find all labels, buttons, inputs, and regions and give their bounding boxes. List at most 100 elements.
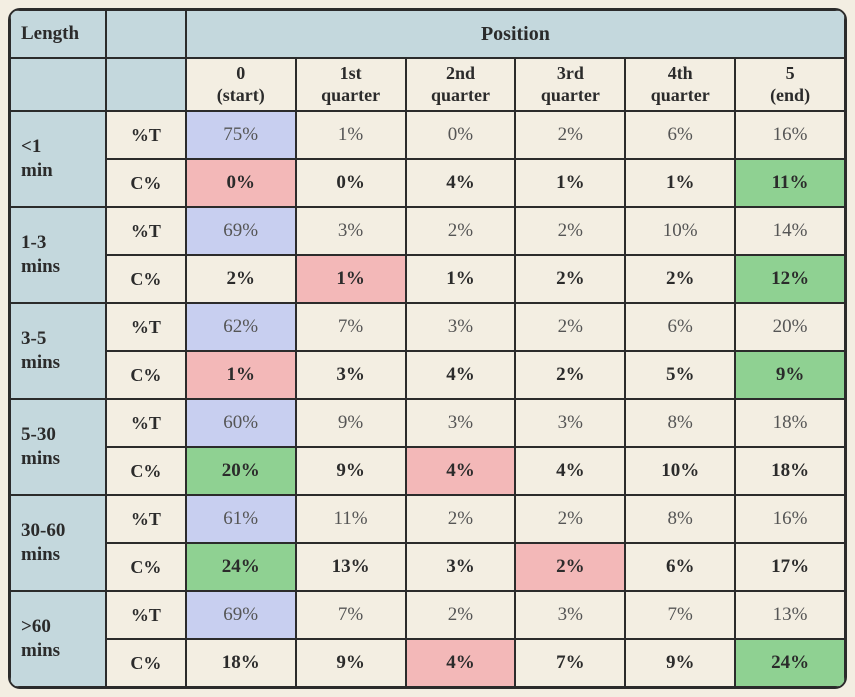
value-cell: 2%: [515, 543, 625, 591]
value-cell: 62%: [186, 303, 296, 351]
value-cell: 9%: [296, 639, 406, 687]
value-cell: 1%: [515, 159, 625, 207]
metric-cell: %T: [106, 303, 186, 351]
value-cell: 16%: [735, 495, 845, 543]
column-header: 3rdquarter: [515, 58, 625, 111]
value-cell: 2%: [406, 207, 516, 255]
value-cell: 2%: [515, 495, 625, 543]
value-cell: 13%: [735, 591, 845, 639]
value-cell: 3%: [515, 399, 625, 447]
value-cell: 0%: [186, 159, 296, 207]
value-cell: 2%: [186, 255, 296, 303]
header-blank: [106, 10, 186, 58]
value-cell: 11%: [735, 159, 845, 207]
value-cell: 2%: [406, 495, 516, 543]
value-cell: 14%: [735, 207, 845, 255]
value-cell: 18%: [735, 399, 845, 447]
column-header: 2ndquarter: [406, 58, 516, 111]
value-cell: 20%: [186, 447, 296, 495]
metric-cell: C%: [106, 639, 186, 687]
column-header: 1stquarter: [296, 58, 406, 111]
length-cell: 1-3mins: [10, 207, 106, 303]
length-cell: 30-60mins: [10, 495, 106, 591]
table-row: 5-30mins%T60%9%3%3%8%18%: [10, 399, 845, 447]
value-cell: 20%: [735, 303, 845, 351]
value-cell: 2%: [515, 207, 625, 255]
value-cell: 7%: [296, 591, 406, 639]
value-cell: 17%: [735, 543, 845, 591]
table-row: C%1%3%4%2%5%9%: [10, 351, 845, 399]
value-cell: 10%: [625, 447, 735, 495]
table-row: 3-5mins%T62%7%3%2%6%20%: [10, 303, 845, 351]
column-header: 0(start): [186, 58, 296, 111]
metric-cell: C%: [106, 543, 186, 591]
header-length: Length: [10, 10, 106, 58]
table-row: C%2%1%1%2%2%12%: [10, 255, 845, 303]
table-row: 30-60mins%T61%11%2%2%8%16%: [10, 495, 845, 543]
metric-cell: C%: [106, 447, 186, 495]
value-cell: 0%: [296, 159, 406, 207]
value-cell: 2%: [515, 351, 625, 399]
value-cell: 9%: [296, 447, 406, 495]
metric-cell: C%: [106, 159, 186, 207]
value-cell: 18%: [186, 639, 296, 687]
metric-cell: %T: [106, 399, 186, 447]
value-cell: 1%: [296, 111, 406, 159]
value-cell: 69%: [186, 207, 296, 255]
metric-cell: %T: [106, 111, 186, 159]
length-cell: <1min: [10, 111, 106, 207]
value-cell: 7%: [515, 639, 625, 687]
subheader-blank-2: [106, 58, 186, 111]
value-cell: 1%: [186, 351, 296, 399]
value-cell: 4%: [406, 447, 516, 495]
value-cell: 3%: [515, 591, 625, 639]
value-cell: 3%: [406, 303, 516, 351]
header-position: Position: [186, 10, 845, 58]
value-cell: 2%: [406, 591, 516, 639]
value-cell: 6%: [625, 303, 735, 351]
value-cell: 7%: [625, 591, 735, 639]
subheader-blank-1: [10, 58, 106, 111]
table-row: C%18%9%4%7%9%24%: [10, 639, 845, 687]
value-cell: 7%: [296, 303, 406, 351]
value-cell: 1%: [406, 255, 516, 303]
value-cell: 16%: [735, 111, 845, 159]
table-header: Length Position 0(start)1stquarter2ndqua…: [10, 10, 845, 111]
value-cell: 10%: [625, 207, 735, 255]
value-cell: 61%: [186, 495, 296, 543]
value-cell: 24%: [186, 543, 296, 591]
table-row: C%0%0%4%1%1%11%: [10, 159, 845, 207]
value-cell: 8%: [625, 495, 735, 543]
table-row: C%24%13%3%2%6%17%: [10, 543, 845, 591]
length-cell: >60mins: [10, 591, 106, 687]
metric-cell: %T: [106, 207, 186, 255]
value-cell: 60%: [186, 399, 296, 447]
value-cell: 2%: [515, 111, 625, 159]
value-cell: 5%: [625, 351, 735, 399]
table-row: >60mins%T69%7%2%3%7%13%: [10, 591, 845, 639]
value-cell: 2%: [625, 255, 735, 303]
value-cell: 3%: [406, 543, 516, 591]
metric-cell: C%: [106, 351, 186, 399]
column-header: 4thquarter: [625, 58, 735, 111]
value-cell: 3%: [296, 207, 406, 255]
value-cell: 4%: [406, 351, 516, 399]
value-cell: 18%: [735, 447, 845, 495]
table-row: <1min%T75%1%0%2%6%16%: [10, 111, 845, 159]
value-cell: 2%: [515, 255, 625, 303]
value-cell: 0%: [406, 111, 516, 159]
value-cell: 69%: [186, 591, 296, 639]
value-cell: 8%: [625, 399, 735, 447]
value-cell: 11%: [296, 495, 406, 543]
length-cell: 3-5mins: [10, 303, 106, 399]
column-header: 5(end): [735, 58, 845, 111]
value-cell: 6%: [625, 543, 735, 591]
metric-cell: C%: [106, 255, 186, 303]
table-row: 1-3mins%T69%3%2%2%10%14%: [10, 207, 845, 255]
length-cell: 5-30mins: [10, 399, 106, 495]
value-cell: 75%: [186, 111, 296, 159]
value-cell: 6%: [625, 111, 735, 159]
value-cell: 24%: [735, 639, 845, 687]
value-cell: 3%: [296, 351, 406, 399]
metric-cell: %T: [106, 495, 186, 543]
